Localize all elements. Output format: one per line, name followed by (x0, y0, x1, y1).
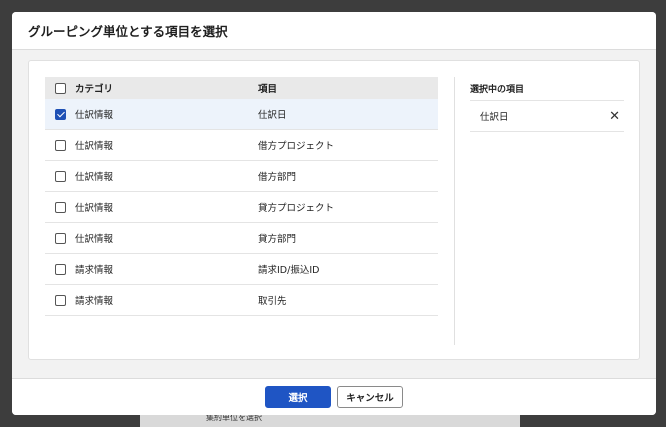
row-check-cell (45, 108, 75, 120)
table-row[interactable]: 仕訳情報 貸方部門 (45, 223, 438, 254)
row-item: 貸方プロジェクト (258, 203, 335, 214)
item-table: カテゴリ 項目 仕訳情報 仕訳日 仕訳情報 借方プロジェクト 仕訳情報 借方部門 仕訳情報貸… (45, 77, 438, 316)
row-check-cell (45, 201, 75, 213)
table-row[interactable]: 仕訳情報 仕訳日 (45, 99, 438, 130)
cancel-button[interactable]: キャンセル (337, 386, 403, 408)
selection-panel: カテゴリ 項目 仕訳情報 仕訳日 仕訳情報 借方プロジェクト 仕訳情報 借方部門 仕訳情報貸… (28, 60, 640, 360)
table-header: カテゴリ 項目 (45, 77, 438, 99)
row-check-cell (45, 232, 75, 244)
select-all-checkbox[interactable] (54, 82, 66, 94)
row-checkbox[interactable] (54, 294, 66, 306)
header-check-cell (45, 82, 75, 94)
row-item: 取引先 (258, 296, 287, 307)
selected-item: 仕訳日 ✕ (470, 101, 624, 132)
table-body: 仕訳情報 仕訳日 仕訳情報 借方プロジェクト 仕訳情報 借方部門 仕訳情報 貸方プロジェクト仕… (45, 99, 438, 316)
selected-items-title: 選択中の項目 (470, 77, 624, 101)
row-category: 仕訳情報 (75, 234, 114, 245)
header-category: カテゴリ (75, 84, 114, 95)
select-button[interactable]: 選択 (265, 386, 331, 408)
selected-item-label: 仕訳日 (480, 112, 509, 123)
dialog-body: カテゴリ 項目 仕訳情報 仕訳日 仕訳情報 借方プロジェクト 仕訳情報 借方部門 仕訳情報貸… (12, 50, 656, 378)
row-category: 仕訳情報 (75, 172, 114, 183)
grouping-dialog: グルーピング単位とする項目を選択 カテゴリ 項目 仕訳情報 仕訳日 仕訳情報 借方プロ… (12, 12, 656, 415)
row-check-cell (45, 170, 75, 182)
table-row[interactable]: 仕訳情報 借方プロジェクト (45, 130, 438, 161)
table-row[interactable]: 請求情報 取引先 (45, 285, 438, 316)
row-item: 請求ID/振込ID (258, 265, 320, 276)
panel-divider (454, 77, 455, 345)
row-checkbox[interactable] (54, 201, 66, 213)
row-item: 借方プロジェクト (258, 141, 335, 152)
row-category: 請求情報 (75, 265, 114, 276)
row-category: 請求情報 (75, 296, 114, 307)
row-checkbox[interactable] (54, 263, 66, 275)
row-check-cell (45, 139, 75, 151)
dialog-header: グルーピング単位とする項目を選択 (12, 12, 656, 50)
row-category: 仕訳情報 (75, 203, 114, 214)
row-item: 貸方部門 (258, 234, 297, 245)
table-row[interactable]: 請求情報 請求ID/振込ID (45, 254, 438, 285)
selected-items-panel: 選択中の項目 仕訳日 ✕ (470, 77, 624, 132)
row-category: 仕訳情報 (75, 110, 114, 121)
row-checkbox[interactable] (54, 232, 66, 244)
close-icon[interactable]: ✕ (609, 110, 620, 123)
table-row[interactable]: 仕訳情報 貸方プロジェクト (45, 192, 438, 223)
table-row[interactable]: 仕訳情報 借方部門 (45, 161, 438, 192)
row-check-cell (45, 294, 75, 306)
dialog-title: グルーピング単位とする項目を選択 (28, 24, 228, 39)
row-category: 仕訳情報 (75, 141, 114, 152)
row-checkbox[interactable] (54, 108, 66, 120)
row-check-cell (45, 263, 75, 275)
header-item: 項目 (258, 84, 278, 95)
row-item: 仕訳日 (258, 110, 287, 121)
dialog-footer: 選択 キャンセル (12, 378, 656, 415)
row-item: 借方部門 (258, 172, 297, 183)
row-checkbox[interactable] (54, 170, 66, 182)
row-checkbox[interactable] (54, 139, 66, 151)
